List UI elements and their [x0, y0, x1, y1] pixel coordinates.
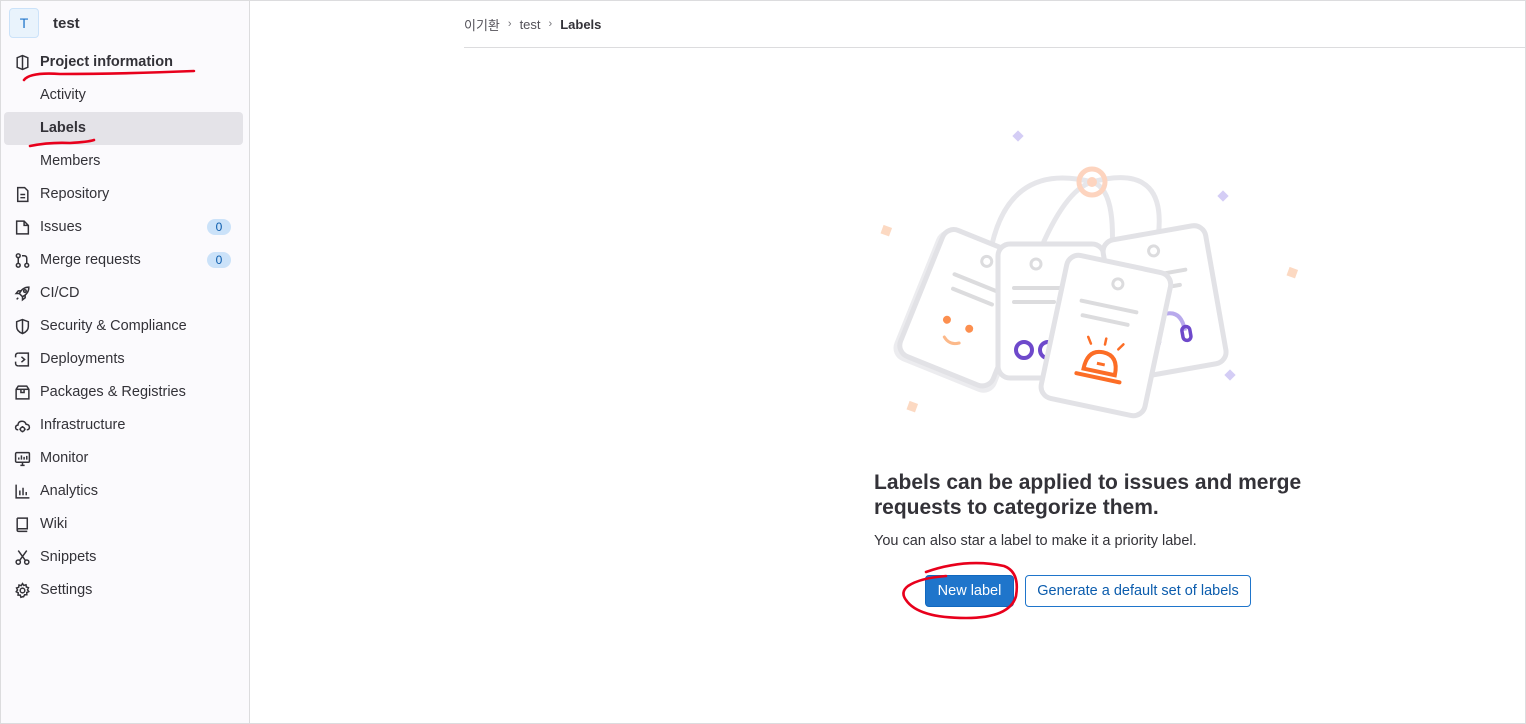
cloud-gear-icon: [14, 417, 31, 434]
sidebar-item-analytics[interactable]: Analytics: [4, 475, 243, 508]
sidebar-item-members[interactable]: Members: [4, 145, 243, 178]
sidebar-item-project-information[interactable]: Project information: [4, 46, 243, 79]
sidebar-item-settings[interactable]: Settings: [4, 574, 243, 607]
sidebar-item-wiki[interactable]: Wiki: [4, 508, 243, 541]
sidebar: T test Project information Activity Labe…: [1, 1, 250, 723]
breadcrumb-owner[interactable]: 이기환: [464, 15, 500, 34]
sidebar-item-label: Repository: [40, 186, 110, 202]
merge-requests-count-badge: 0: [207, 252, 231, 268]
empty-state-title: Labels can be applied to issues and merg…: [874, 471, 1302, 519]
sidebar-item-security-compliance[interactable]: Security & Compliance: [4, 310, 243, 343]
generate-default-labels-button[interactable]: Generate a default set of labels: [1025, 575, 1251, 607]
project-icon: [14, 54, 31, 71]
monitor-icon: [14, 450, 31, 467]
merge-request-icon: [14, 252, 31, 269]
project-name: test: [53, 14, 80, 32]
sidebar-item-labels[interactable]: Labels: [4, 112, 243, 145]
sidebar-item-label: Analytics: [40, 483, 99, 499]
book-icon: [14, 516, 31, 533]
header-divider: [464, 47, 1526, 48]
shield-icon: [14, 318, 31, 335]
sidebar-item-label: Settings: [40, 582, 93, 598]
sidebar-item-infrastructure[interactable]: Infrastructure: [4, 409, 243, 442]
sidebar-item-repository[interactable]: Repository: [4, 178, 243, 211]
sidebar-item-issues[interactable]: Issues 0: [4, 211, 243, 244]
project-avatar: T: [9, 8, 39, 38]
labels-empty-illustration: [880, 130, 1299, 419]
new-label-button[interactable]: New label: [925, 575, 1014, 607]
sidebar-item-packages-registries[interactable]: Packages & Registries: [4, 376, 243, 409]
sidebar-item-label: Infrastructure: [40, 417, 126, 433]
project-header[interactable]: T test: [9, 7, 80, 39]
issues-count-badge: 0: [207, 219, 231, 235]
sidebar-item-label: Deployments: [40, 351, 125, 367]
sidebar-item-label: CI/CD: [40, 285, 80, 301]
sidebar-item-label: Labels: [40, 120, 86, 136]
sidebar-item-label: Project information: [40, 54, 173, 70]
gear-icon: [14, 582, 31, 599]
sidebar-item-label: Wiki: [40, 516, 68, 532]
chart-icon: [14, 483, 31, 500]
empty-state-description: You can also star a label to make it a p…: [874, 533, 1197, 549]
rocket-icon: [14, 285, 31, 302]
sidebar-item-label: Issues: [40, 219, 82, 235]
sidebar-item-label: Snippets: [40, 549, 97, 565]
sidebar-item-label: Merge requests: [40, 252, 141, 268]
sidebar-item-ci-cd[interactable]: CI/CD: [4, 277, 243, 310]
chevron-right-icon: ›: [548, 18, 553, 30]
package-icon: [14, 384, 31, 401]
sidebar-item-label: Packages & Registries: [40, 384, 186, 400]
sidebar-item-snippets[interactable]: Snippets: [4, 541, 243, 574]
chevron-right-icon: ›: [507, 18, 512, 30]
sidebar-nav: Project information Activity Labels Memb…: [4, 46, 243, 607]
breadcrumb-project[interactable]: test: [520, 17, 541, 32]
sidebar-item-monitor[interactable]: Monitor: [4, 442, 243, 475]
sidebar-item-label: Members: [40, 153, 101, 169]
sidebar-item-label: Monitor: [40, 450, 89, 466]
document-icon: [14, 186, 31, 203]
sidebar-item-label: Security & Compliance: [40, 318, 187, 334]
sidebar-item-label: Activity: [40, 87, 86, 103]
breadcrumb-current[interactable]: Labels: [560, 17, 601, 32]
deployments-icon: [14, 351, 31, 368]
breadcrumb: 이기환 › test › Labels: [464, 14, 601, 34]
sidebar-item-deployments[interactable]: Deployments: [4, 343, 243, 376]
sidebar-item-activity[interactable]: Activity: [4, 79, 243, 112]
issues-icon: [14, 219, 31, 236]
scissors-icon: [14, 549, 31, 566]
sidebar-item-merge-requests[interactable]: Merge requests 0: [4, 244, 243, 277]
